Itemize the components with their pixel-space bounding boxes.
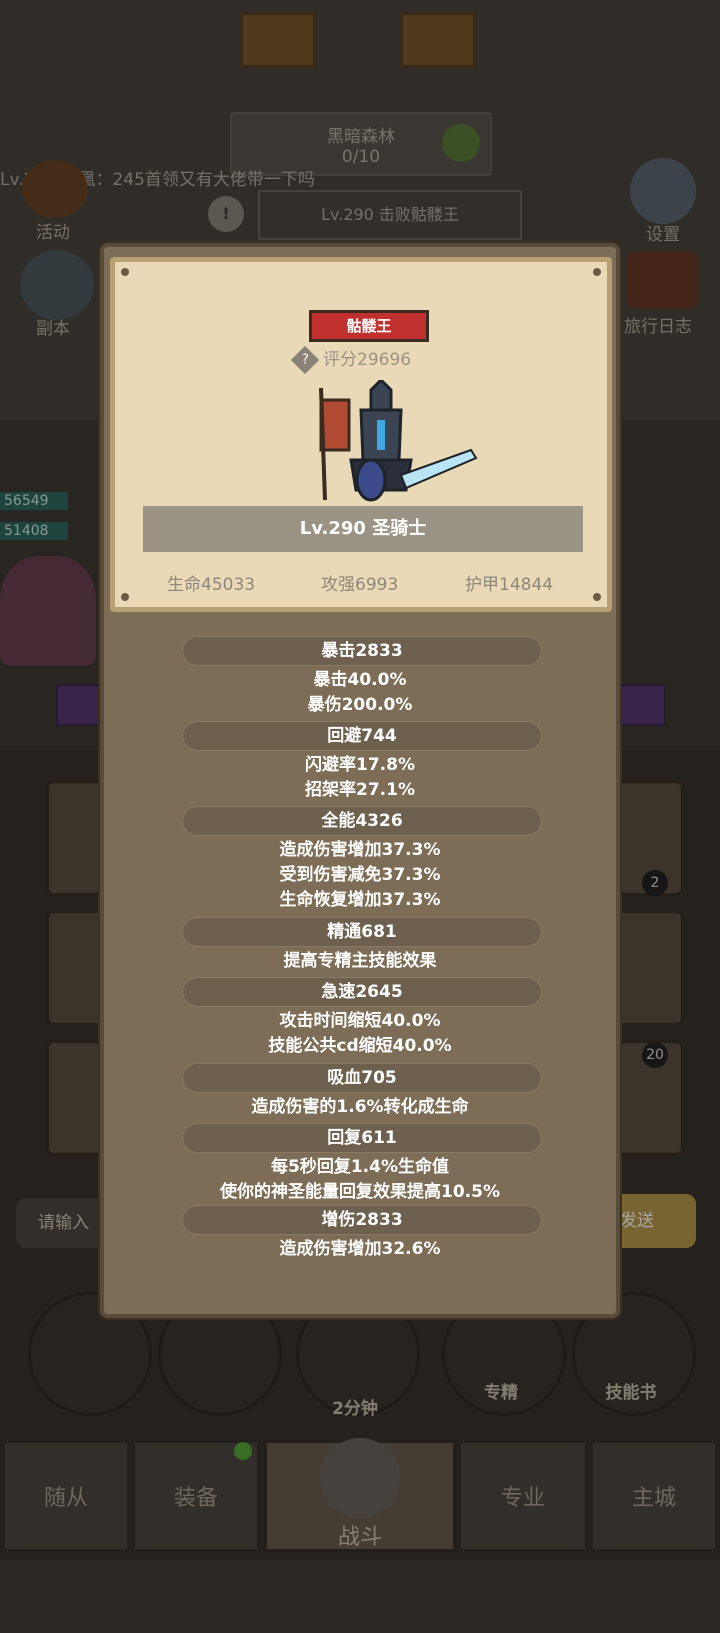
rivet: [593, 268, 601, 276]
boss-tag: 骷髅王: [309, 310, 429, 342]
rivet: [593, 593, 601, 601]
stat-line: 造成伤害的1.6%转化成生命: [251, 1097, 469, 1117]
stat-header-avoidance: 回避744: [182, 721, 542, 751]
stat-header-haste: 急速2645: [182, 977, 542, 1007]
stat-armor: 护甲14844: [465, 575, 554, 595]
stat-line: 攻击时间缩短40.0%: [279, 1011, 441, 1031]
stat-line: 提高专精主技能效果: [283, 951, 437, 971]
stat-header-mastery: 精通681: [182, 917, 542, 947]
stat-header-crit: 暴击2833: [182, 636, 542, 666]
stat-line: 使你的神圣能量回复效果提高10.5%: [220, 1182, 500, 1202]
stat-line: 生命恢复增加37.3%: [279, 890, 441, 910]
stat-line: 造成伤害增加37.3%: [279, 840, 441, 860]
stat-line: 闪避率17.8%: [305, 755, 415, 775]
score-row: ? 评分29696: [290, 345, 495, 375]
stat-line: 暴击40.0%: [313, 670, 407, 690]
stat-line: 每5秒回复1.4%生命值: [271, 1157, 449, 1177]
rivet: [121, 268, 129, 276]
score-value: 评分29696: [323, 350, 412, 370]
stat-line: 招架率27.1%: [305, 780, 415, 800]
stat-hp: 生命45033: [167, 575, 256, 595]
stat-line: 技能公共cd缩短40.0%: [268, 1036, 452, 1056]
stat-attack: 攻强6993: [321, 575, 399, 595]
stat-header-versatility: 全能4326: [182, 806, 542, 836]
stat-line: 受到伤害减免37.3%: [279, 865, 441, 885]
enemy-name-banner: Lv.290 圣骑士: [143, 506, 583, 552]
stat-header-regen: 回复611: [182, 1123, 542, 1153]
rivet: [121, 593, 129, 601]
enemy-info-modal: 骷髅王 ? 评分29696 Lv.290 圣骑士 生命45033 攻强6993 护…: [100, 243, 620, 1318]
stat-line: 造成伤害增加32.6%: [279, 1239, 441, 1259]
question-icon[interactable]: ?: [290, 345, 320, 375]
paladin-sprite: [311, 377, 481, 510]
stat-header-lifesteal: 吸血705: [182, 1063, 542, 1093]
stat-header-damage-increase: 增伤2833: [182, 1205, 542, 1235]
stat-line: 暴伤200.0%: [307, 695, 413, 715]
enemy-card: 骷髅王 ? 评分29696 Lv.290 圣骑士 生命45033 攻强6993 护…: [110, 257, 612, 612]
